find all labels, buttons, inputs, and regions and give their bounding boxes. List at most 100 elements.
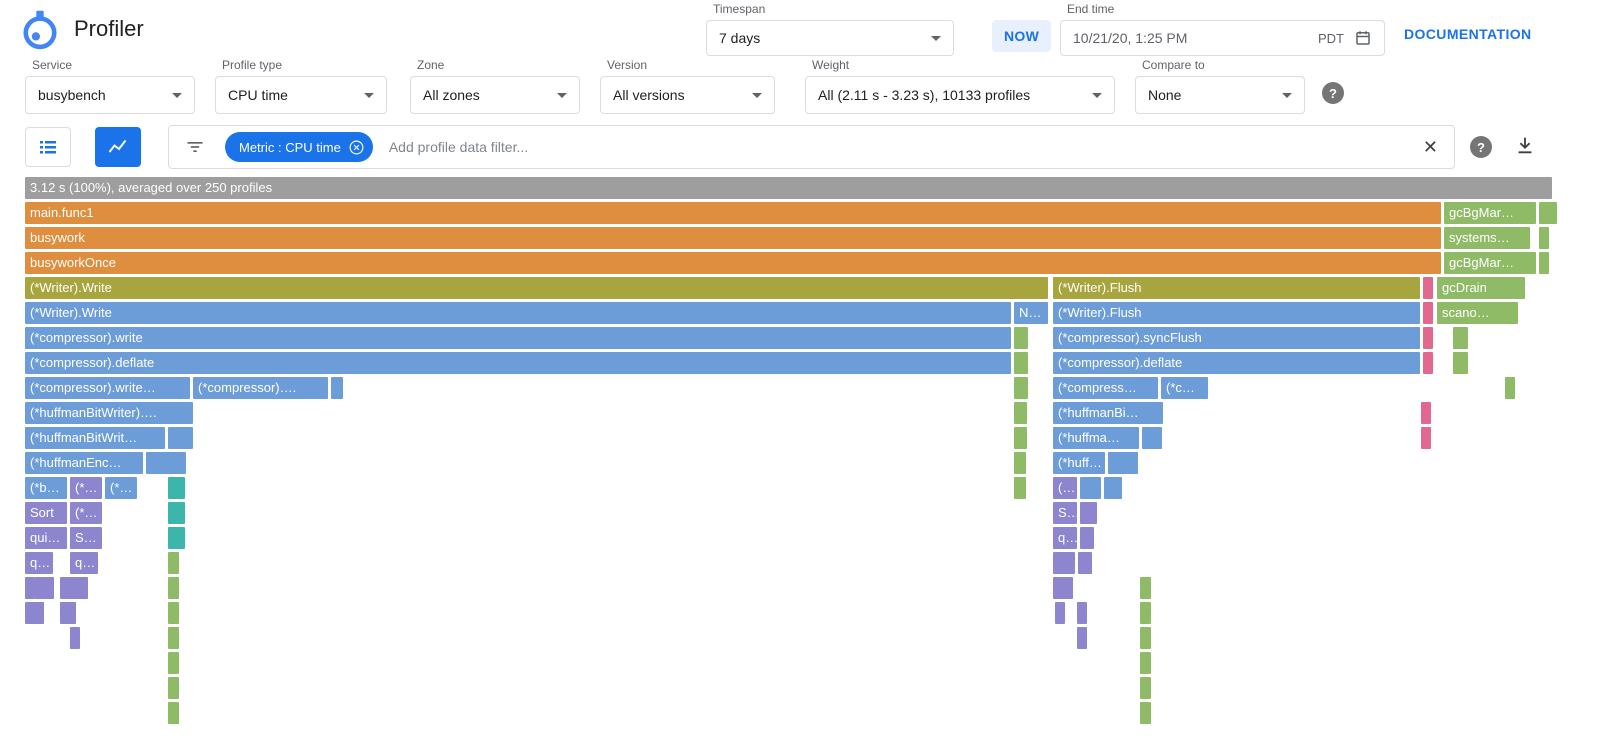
- flame-frame[interactable]: (*huffma…: [1053, 427, 1139, 449]
- flame-frame[interactable]: [1077, 627, 1087, 649]
- flame-frame[interactable]: gcBgMar…: [1444, 252, 1536, 274]
- flame-frame[interactable]: [168, 602, 179, 624]
- filter-input[interactable]: [389, 139, 1411, 155]
- flame-frame[interactable]: [1423, 302, 1433, 324]
- flame-frame[interactable]: (*b…: [25, 477, 67, 499]
- flame-frame[interactable]: [1539, 227, 1549, 249]
- version-select[interactable]: All versions: [600, 76, 775, 114]
- service-select[interactable]: busybench: [25, 76, 195, 114]
- now-button[interactable]: NOW: [992, 20, 1051, 52]
- flame-frame[interactable]: [1080, 477, 1101, 499]
- flame-frame[interactable]: (*compress…: [1053, 377, 1158, 399]
- flame-frame[interactable]: [44, 577, 54, 599]
- flame-frame[interactable]: [1080, 527, 1094, 549]
- flame-frame[interactable]: qui…: [25, 527, 67, 549]
- flame-frame[interactable]: [168, 502, 185, 524]
- flame-frame[interactable]: (*huff…: [1053, 452, 1105, 474]
- timespan-select[interactable]: 7 days: [706, 20, 954, 56]
- flame-frame[interactable]: [1014, 327, 1028, 349]
- flame-frame[interactable]: [168, 527, 185, 549]
- flame-frame[interactable]: [1423, 277, 1433, 299]
- flame-frame[interactable]: (*compressor).write: [25, 327, 1011, 349]
- flame-frame[interactable]: [1453, 327, 1468, 349]
- help-icon[interactable]: ?: [1322, 82, 1344, 104]
- flame-frame[interactable]: [1421, 427, 1431, 449]
- flame-frame[interactable]: [1014, 352, 1028, 374]
- flame-frame[interactable]: (*…: [70, 502, 102, 524]
- flame-frame[interactable]: [1077, 602, 1087, 624]
- flame-frame[interactable]: [1108, 452, 1138, 474]
- flame-frame[interactable]: [1539, 252, 1549, 274]
- flame-frame[interactable]: [1078, 552, 1092, 574]
- flame-frame[interactable]: [1014, 427, 1027, 449]
- flame-frame[interactable]: [168, 652, 179, 674]
- flame-frame[interactable]: (*c…: [1161, 377, 1208, 399]
- flame-frame[interactable]: (…: [1053, 477, 1077, 499]
- metric-filter-chip[interactable]: Metric : CPU time: [225, 132, 373, 162]
- flame-frame[interactable]: main.func1: [25, 202, 1441, 224]
- flame-frame[interactable]: [1423, 327, 1433, 349]
- flame-frame[interactable]: scano…: [1437, 302, 1518, 324]
- flame-frame[interactable]: [70, 627, 80, 649]
- flame-frame[interactable]: [1505, 377, 1515, 399]
- calendar-icon[interactable]: [1354, 29, 1372, 47]
- flame-frame[interactable]: 3.12 s (100%), averaged over 250 profile…: [25, 177, 1552, 199]
- chip-remove-icon[interactable]: [348, 139, 365, 156]
- flame-frame[interactable]: [1055, 602, 1065, 624]
- flame-frame[interactable]: [1014, 402, 1027, 424]
- flame-frame[interactable]: (*huffmanBitWriter)….: [25, 402, 193, 424]
- flame-frame[interactable]: [1423, 352, 1433, 374]
- flame-frame[interactable]: (*compressor).deflate: [25, 352, 1011, 374]
- flame-frame[interactable]: [1080, 502, 1097, 524]
- flame-frame[interactable]: [1453, 352, 1468, 374]
- download-button[interactable]: [1514, 134, 1536, 159]
- clear-filters-button[interactable]: ✕: [1423, 138, 1438, 156]
- flame-frame[interactable]: S…: [1053, 502, 1077, 524]
- flame-frame[interactable]: (*huffmanBi…: [1053, 402, 1163, 424]
- flame-frame[interactable]: [1140, 577, 1151, 599]
- flame-frame[interactable]: (*compressor).syncFlush: [1053, 327, 1420, 349]
- flame-frame[interactable]: Sort: [25, 502, 67, 524]
- flame-frame[interactable]: q…: [25, 552, 53, 574]
- flame-frame[interactable]: [331, 377, 343, 399]
- flame-frame[interactable]: [1547, 202, 1557, 224]
- flame-frame[interactable]: [168, 627, 179, 649]
- flame-frame[interactable]: [1140, 627, 1151, 649]
- flame-frame[interactable]: busywork: [25, 227, 1441, 249]
- flame-frame[interactable]: [1104, 477, 1122, 499]
- flame-frame[interactable]: (*Writer).Write: [25, 277, 1048, 299]
- flame-frame[interactable]: [60, 577, 88, 599]
- flame-frame[interactable]: gcDrain: [1437, 277, 1525, 299]
- flame-frame[interactable]: busyworkOnce: [25, 252, 1441, 274]
- flame-frame[interactable]: [168, 677, 179, 699]
- zone-select[interactable]: All zones: [410, 76, 580, 114]
- flame-frame[interactable]: [1140, 602, 1151, 624]
- flame-frame[interactable]: [1053, 552, 1075, 574]
- documentation-link[interactable]: DOCUMENTATION: [1404, 26, 1532, 42]
- flame-frame[interactable]: S…: [70, 527, 102, 549]
- flame-frame[interactable]: [168, 477, 185, 499]
- flame-frame[interactable]: (*compressor).write…: [25, 377, 190, 399]
- flame-frame[interactable]: [1053, 577, 1073, 599]
- flame-frame[interactable]: (*huffmanEnc…: [25, 452, 143, 474]
- flame-frame[interactable]: [1140, 652, 1151, 674]
- flame-frame[interactable]: (*Writer).Flush: [1053, 302, 1420, 324]
- flame-frame[interactable]: gcBgMar…: [1444, 202, 1536, 224]
- flame-frame[interactable]: [1014, 452, 1026, 474]
- flame-frame[interactable]: [25, 577, 35, 599]
- list-view-button[interactable]: [25, 127, 71, 167]
- flame-frame[interactable]: q…: [1053, 527, 1077, 549]
- weight-select[interactable]: All (2.11 s - 3.23 s), 10133 profiles: [805, 76, 1115, 114]
- flame-frame[interactable]: [1142, 427, 1162, 449]
- profile-type-select[interactable]: CPU time: [215, 76, 387, 114]
- flame-frame[interactable]: [1014, 377, 1028, 399]
- history-view-button[interactable]: [95, 127, 141, 167]
- flame-frame[interactable]: (*compressor)….: [193, 377, 328, 399]
- flame-frame[interactable]: N…: [1014, 302, 1048, 324]
- flame-frame[interactable]: (*Writer).Write: [25, 302, 1011, 324]
- flame-frame[interactable]: systems…: [1444, 227, 1530, 249]
- compare-to-select[interactable]: None: [1135, 76, 1305, 114]
- flame-frame[interactable]: (*Writer).Flush: [1053, 277, 1420, 299]
- flame-frame[interactable]: [168, 577, 179, 599]
- end-time-input[interactable]: 10/21/20, 1:25 PM PDT: [1060, 20, 1385, 56]
